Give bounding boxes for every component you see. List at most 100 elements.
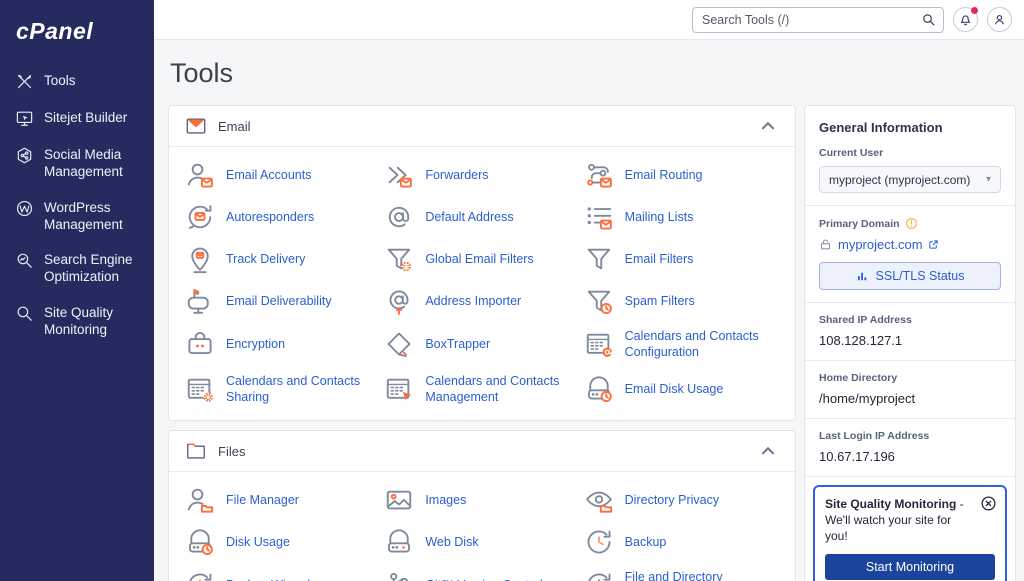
tool-item-mailing-lists[interactable]: Mailing Lists bbox=[584, 202, 779, 232]
tools-column: Email Email Accounts Forwarders Email Rout… bbox=[168, 105, 796, 581]
general-information-title: General Information bbox=[819, 120, 943, 135]
calendar-at-icon bbox=[584, 329, 614, 359]
primary-domain-label-text: Primary Domain bbox=[819, 217, 900, 230]
notifications-button[interactable] bbox=[953, 7, 978, 32]
cpanel-logo[interactable]: cPanel bbox=[0, 14, 154, 63]
tool-label: Calendars and Contacts Management bbox=[425, 373, 560, 404]
tool-label: Calendars and Contacts Configuration bbox=[624, 329, 759, 360]
notification-unread-dot bbox=[971, 7, 978, 14]
sidebar-item-tools[interactable]: Tools bbox=[0, 63, 154, 100]
clock-wand-icon bbox=[185, 570, 215, 581]
shared-ip-label: Shared IP Address bbox=[819, 314, 912, 326]
email-section-icon bbox=[185, 115, 207, 137]
mailbox-icon bbox=[185, 286, 215, 316]
tool-label: Email Disk Usage bbox=[624, 381, 724, 396]
tool-item-backup[interactable]: Backup bbox=[584, 527, 779, 557]
home-directory-value: /home/myproject bbox=[819, 391, 916, 406]
files-section-header[interactable]: Files bbox=[169, 431, 795, 472]
current-user-label: Current User bbox=[819, 147, 884, 159]
close-icon[interactable] bbox=[980, 495, 997, 512]
tool-item-autoresponders[interactable]: Autoresponders bbox=[185, 202, 380, 232]
tool-item-web-disk[interactable]: Web Disk bbox=[384, 527, 579, 557]
shared-ip-value: 108.128.127.1 bbox=[819, 333, 903, 348]
sitejet-icon bbox=[15, 109, 34, 128]
tool-label: Global Email Filters bbox=[425, 251, 534, 266]
tool-item-spam-filters[interactable]: Spam Filters bbox=[584, 286, 779, 316]
tool-label: Disk Usage bbox=[226, 534, 290, 549]
page-content: Tools Email Email Accounts Forwarders Emai… bbox=[154, 40, 1024, 581]
tool-label: Email Accounts bbox=[226, 167, 312, 182]
tool-item-git-version-control[interactable]: Git™ Version Control bbox=[384, 569, 579, 581]
person-folder-icon bbox=[185, 485, 215, 515]
tool-item-file-manager[interactable]: File Manager bbox=[185, 485, 380, 515]
email-section-title: Email bbox=[218, 118, 251, 134]
tools-icon bbox=[15, 72, 34, 91]
tool-item-email-disk-usage[interactable]: Email Disk Usage bbox=[584, 373, 779, 406]
files-section-icon bbox=[185, 440, 207, 462]
start-monitoring-button[interactable]: Start Monitoring bbox=[825, 553, 995, 580]
tool-item-file-and-directory-restoration[interactable]: File and Directory Restoration bbox=[584, 569, 779, 581]
tool-item-images[interactable]: Images bbox=[384, 485, 579, 515]
sidebar-item-search-engine-optimization[interactable]: Search Engine Optimization bbox=[0, 242, 154, 295]
user-menu-button[interactable] bbox=[987, 7, 1012, 32]
image-icon bbox=[384, 485, 414, 515]
tool-item-calendars-and-contacts-management[interactable]: Calendars and Contacts Management bbox=[384, 373, 579, 406]
tool-item-forwarders[interactable]: Forwarders bbox=[384, 160, 579, 190]
funnel-icon bbox=[584, 244, 614, 274]
tool-item-email-accounts[interactable]: Email Accounts bbox=[185, 160, 380, 190]
tool-item-default-address[interactable]: Default Address bbox=[384, 202, 579, 232]
current-user-select[interactable]: myproject (myproject.com) ▾ bbox=[819, 166, 1001, 193]
last-login-ip-label: Last Login IP Address bbox=[819, 430, 930, 442]
clock-folder-icon bbox=[584, 570, 614, 581]
tool-label: Autoresponders bbox=[226, 209, 315, 224]
current-user-value: myproject (myproject.com) bbox=[829, 172, 971, 187]
search-input[interactable] bbox=[702, 12, 921, 27]
tool-item-calendars-and-contacts-sharing[interactable]: Calendars and Contacts Sharing bbox=[185, 373, 380, 406]
tool-label: Address Importer bbox=[425, 293, 522, 308]
wordpress-icon bbox=[15, 199, 34, 218]
primary-domain-label: Primary Domain bbox=[819, 217, 1001, 230]
sidebar-item-site-quality-monitoring[interactable]: Site Quality Monitoring bbox=[0, 295, 154, 348]
files-section-card: Files File Manager Images Directory Privac… bbox=[168, 430, 796, 581]
tool-label: Email Routing bbox=[624, 167, 703, 182]
pin-mail-icon bbox=[185, 244, 215, 274]
eye-folder-icon bbox=[584, 485, 614, 515]
social-icon bbox=[15, 146, 34, 165]
sidebar-item-wordpress-management[interactable]: WordPress Management bbox=[0, 190, 154, 243]
tool-item-backup-wizard[interactable]: Backup Wizard bbox=[185, 569, 380, 581]
tool-item-boxtrapper[interactable]: BoxTrapper bbox=[384, 328, 579, 361]
sidebar: cPanel Tools Sitejet Builder Social Media … bbox=[0, 0, 154, 581]
sidebar-item-sitejet-builder[interactable]: Sitejet Builder bbox=[0, 100, 154, 137]
tool-item-directory-privacy[interactable]: Directory Privacy bbox=[584, 485, 779, 515]
tool-item-email-routing[interactable]: Email Routing bbox=[584, 160, 779, 190]
tool-item-address-importer[interactable]: Address Importer bbox=[384, 286, 579, 316]
caret-down-icon: ▾ bbox=[985, 174, 991, 185]
funnel-globe-icon bbox=[384, 244, 414, 274]
drive-clock-icon bbox=[584, 374, 614, 404]
tool-item-calendars-and-contacts-configuration[interactable]: Calendars and Contacts Configuration bbox=[584, 328, 779, 361]
tool-item-encryption[interactable]: Encryption bbox=[185, 328, 380, 361]
primary-domain-link[interactable]: myproject.com bbox=[838, 237, 939, 252]
tool-item-track-delivery[interactable]: Track Delivery bbox=[185, 244, 380, 274]
tool-label: Encryption bbox=[226, 337, 286, 352]
files-section-title: Files bbox=[218, 443, 246, 459]
tool-item-disk-usage[interactable]: Disk Usage bbox=[185, 527, 380, 557]
tool-item-global-email-filters[interactable]: Global Email Filters bbox=[384, 244, 579, 274]
search-box[interactable] bbox=[692, 6, 944, 33]
home-directory-label: Home Directory bbox=[819, 372, 898, 384]
bell-icon bbox=[958, 12, 973, 27]
seo-icon bbox=[15, 251, 34, 270]
ssl-tls-status-button[interactable]: SSL/TLS Status bbox=[819, 262, 1001, 290]
chevron-up-icon[interactable] bbox=[757, 440, 779, 462]
email-section-header[interactable]: Email bbox=[169, 106, 795, 147]
tool-item-email-filters[interactable]: Email Filters bbox=[584, 244, 779, 274]
tool-label: Web Disk bbox=[425, 534, 479, 549]
sidebar-item-social-media-management[interactable]: Social Media Management bbox=[0, 137, 154, 190]
promo-title: Site Quality Monitoring bbox=[825, 497, 957, 511]
at-circle-icon bbox=[384, 202, 414, 232]
tool-label: File and Directory Restoration bbox=[624, 570, 723, 581]
quality-icon bbox=[15, 304, 34, 323]
chevron-up-icon[interactable] bbox=[757, 115, 779, 137]
warning-icon[interactable] bbox=[905, 217, 918, 230]
tool-item-email-deliverability[interactable]: Email Deliverability bbox=[185, 286, 380, 316]
